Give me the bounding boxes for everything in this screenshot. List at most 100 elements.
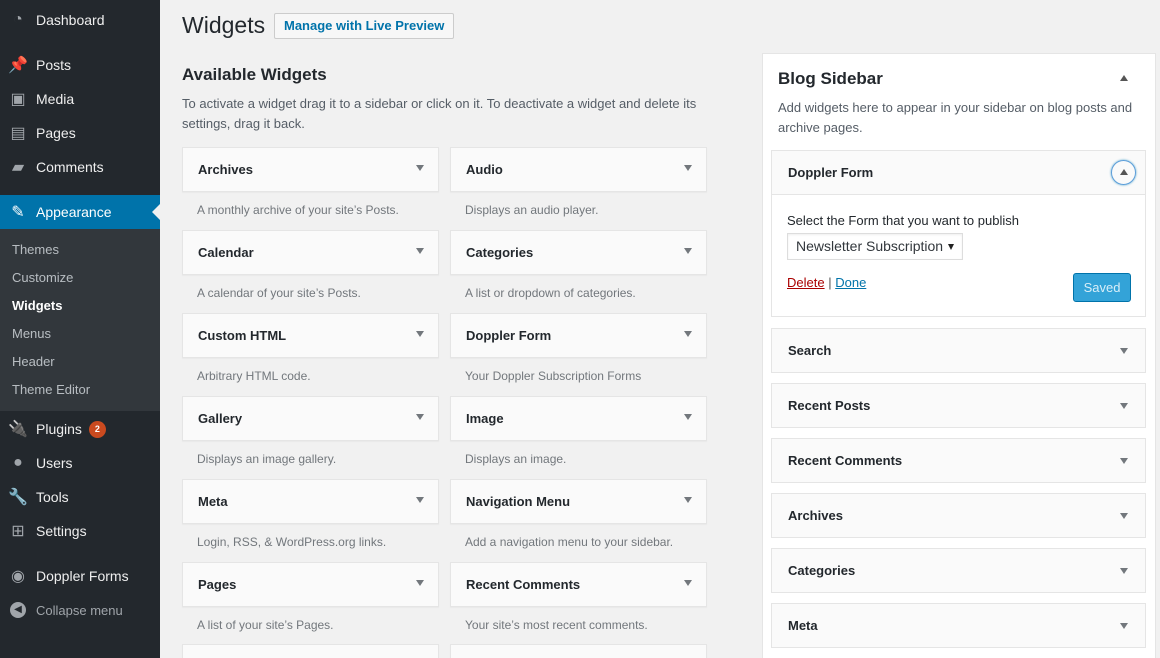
expand-arrow-icon[interactable] bbox=[1120, 568, 1128, 574]
expand-arrow-icon[interactable] bbox=[684, 497, 692, 503]
available-widgets-title: Available Widgets bbox=[182, 65, 327, 84]
expand-arrow-icon[interactable] bbox=[1120, 513, 1128, 519]
menu-label: Plugins bbox=[36, 421, 82, 437]
expand-arrow-icon[interactable] bbox=[1120, 348, 1128, 354]
menu-item-tools[interactable]: 🔧 Tools bbox=[0, 480, 160, 514]
menu-item-doppler-forms[interactable]: ◉ Doppler Forms bbox=[0, 559, 160, 593]
widget-description: Displays an image gallery. bbox=[197, 452, 337, 466]
menu-label: Comments bbox=[36, 159, 104, 175]
available-widget-card[interactable]: Meta bbox=[182, 479, 439, 524]
available-widget-card[interactable]: Categories bbox=[450, 230, 707, 275]
expand-arrow-icon[interactable] bbox=[684, 331, 692, 337]
available-widget-card[interactable]: Pages bbox=[182, 562, 439, 607]
expand-arrow-icon[interactable] bbox=[684, 580, 692, 586]
widget-name: Pages bbox=[198, 577, 237, 592]
widget-name: Image bbox=[466, 411, 504, 426]
widget-description: Arbitrary HTML code. bbox=[197, 369, 311, 383]
sidebar-widget-card[interactable]: Categories bbox=[771, 548, 1146, 593]
menu-label: Dashboard bbox=[36, 12, 105, 28]
menu-item-plugins[interactable]: 🔌 Plugins 2 bbox=[0, 412, 160, 446]
live-preview-button[interactable]: Manage with Live Preview bbox=[274, 13, 455, 39]
menu-label: Users bbox=[36, 455, 73, 471]
submenu-widgets[interactable]: Widgets bbox=[12, 298, 62, 313]
widget-name: Recent Comments bbox=[466, 577, 581, 592]
available-widget-card[interactable] bbox=[182, 644, 439, 658]
expand-arrow-icon[interactable] bbox=[416, 497, 424, 503]
doppler-form-widget-header[interactable]: Doppler Form bbox=[771, 150, 1146, 195]
available-widget-card[interactable]: Audio bbox=[450, 147, 707, 192]
pages-icon: ▤ bbox=[10, 125, 26, 142]
available-widget-card[interactable]: Image bbox=[450, 396, 707, 441]
widget-description: A list or dropdown of categories. bbox=[465, 286, 636, 300]
expand-arrow-icon[interactable] bbox=[416, 331, 424, 337]
brush-icon: ✎ bbox=[11, 204, 25, 221]
widget-name: Meta bbox=[788, 618, 818, 633]
widget-name: Search bbox=[788, 343, 832, 358]
menu-label: Doppler Forms bbox=[36, 568, 129, 584]
submenu-header[interactable]: Header bbox=[12, 354, 55, 369]
delete-link[interactable]: Delete bbox=[787, 275, 825, 290]
expand-arrow-icon[interactable] bbox=[416, 165, 424, 171]
widget-description: Your site’s most recent comments. bbox=[465, 618, 648, 632]
menu-item-appearance[interactable]: ✎ Appearance bbox=[0, 195, 160, 229]
page-title: Widgets bbox=[182, 12, 266, 38]
menu-item-pages[interactable]: ▤ Pages bbox=[0, 116, 160, 150]
sidebar-widget-card[interactable]: Archives bbox=[771, 493, 1146, 538]
form-select-dropdown[interactable]: Newsletter Subscription bbox=[787, 233, 963, 260]
sidebar-widget-card[interactable]: Meta bbox=[771, 603, 1146, 648]
expand-arrow-icon[interactable] bbox=[684, 165, 692, 171]
widget-name: Meta bbox=[198, 494, 228, 509]
expand-arrow-icon[interactable] bbox=[684, 414, 692, 420]
expand-arrow-icon[interactable] bbox=[1120, 403, 1128, 409]
blog-sidebar-description: Add widgets here to appear in your sideb… bbox=[778, 100, 1133, 135]
update-count-badge: 2 bbox=[88, 420, 106, 438]
available-widget-card[interactable]: Navigation Menu bbox=[450, 479, 707, 524]
widget-description: A monthly archive of your site’s Posts. bbox=[197, 203, 399, 217]
menu-item-dashboard[interactable]: ◔ Dashboard bbox=[0, 3, 160, 37]
submenu-customize[interactable]: Customize bbox=[12, 270, 73, 285]
expand-arrow-icon[interactable] bbox=[416, 414, 424, 420]
submenu-theme-editor[interactable]: Theme Editor bbox=[12, 382, 90, 397]
submenu-themes[interactable]: Themes bbox=[12, 242, 59, 257]
menu-label: Collapse menu bbox=[36, 602, 123, 618]
menu-item-settings[interactable]: ⊞ Settings bbox=[0, 514, 160, 548]
available-widget-card[interactable]: Custom HTML bbox=[182, 313, 439, 358]
comment-icon: ▰ bbox=[11, 159, 25, 176]
menu-label: Appearance bbox=[36, 204, 112, 220]
menu-item-comments[interactable]: ▰ Comments bbox=[0, 150, 160, 184]
menu-label: Pages bbox=[36, 125, 76, 141]
menu-item-posts[interactable]: 📌 Posts bbox=[0, 48, 160, 82]
collapse-menu-button[interactable]: ◀ Collapse menu bbox=[0, 593, 160, 627]
expand-arrow-icon[interactable] bbox=[1120, 458, 1128, 464]
available-widget-card[interactable]: Archives bbox=[182, 147, 439, 192]
expand-arrow-icon[interactable] bbox=[1120, 623, 1128, 629]
widget-name: Categories bbox=[466, 245, 534, 260]
menu-label: Posts bbox=[36, 57, 72, 73]
available-widget-card[interactable]: Gallery bbox=[182, 396, 439, 441]
widget-title: Doppler Form bbox=[788, 165, 874, 180]
menu-label: Tools bbox=[36, 489, 69, 505]
wrench-icon: 🔧 bbox=[8, 489, 28, 506]
available-widget-card[interactable]: Doppler Form bbox=[450, 313, 707, 358]
expand-arrow-icon[interactable] bbox=[416, 580, 424, 586]
available-widget-card[interactable]: Calendar bbox=[182, 230, 439, 275]
widget-name: Recent Posts bbox=[788, 398, 871, 413]
blog-sidebar-title: Blog Sidebar bbox=[778, 69, 883, 88]
done-link[interactable]: Done bbox=[835, 275, 866, 290]
submenu-menus[interactable]: Menus bbox=[12, 326, 51, 341]
widget-description: Displays an audio player. bbox=[465, 203, 599, 217]
sidebar-widget-card[interactable]: Recent Posts bbox=[771, 383, 1146, 428]
sidebar-widget-card[interactable]: Recent Comments bbox=[771, 438, 1146, 483]
available-widget-card[interactable]: Recent Comments bbox=[450, 562, 707, 607]
saved-button[interactable]: Saved bbox=[1073, 273, 1131, 302]
appearance-submenu: Themes Customize Widgets Menus Header Th… bbox=[0, 229, 160, 411]
sidebar-widget-card[interactable]: Search bbox=[771, 328, 1146, 373]
menu-item-media[interactable]: ▣ Media bbox=[0, 82, 160, 116]
expand-arrow-icon[interactable] bbox=[684, 248, 692, 254]
widget-description: Login, RSS, & WordPress.org links. bbox=[197, 535, 387, 549]
available-widget-card[interactable] bbox=[450, 644, 707, 658]
menu-item-users[interactable]: ● Users bbox=[0, 446, 160, 480]
expand-arrow-icon[interactable] bbox=[416, 248, 424, 254]
collapse-toggle-icon[interactable] bbox=[1111, 160, 1136, 185]
collapse-arrow-icon[interactable] bbox=[1120, 75, 1128, 81]
